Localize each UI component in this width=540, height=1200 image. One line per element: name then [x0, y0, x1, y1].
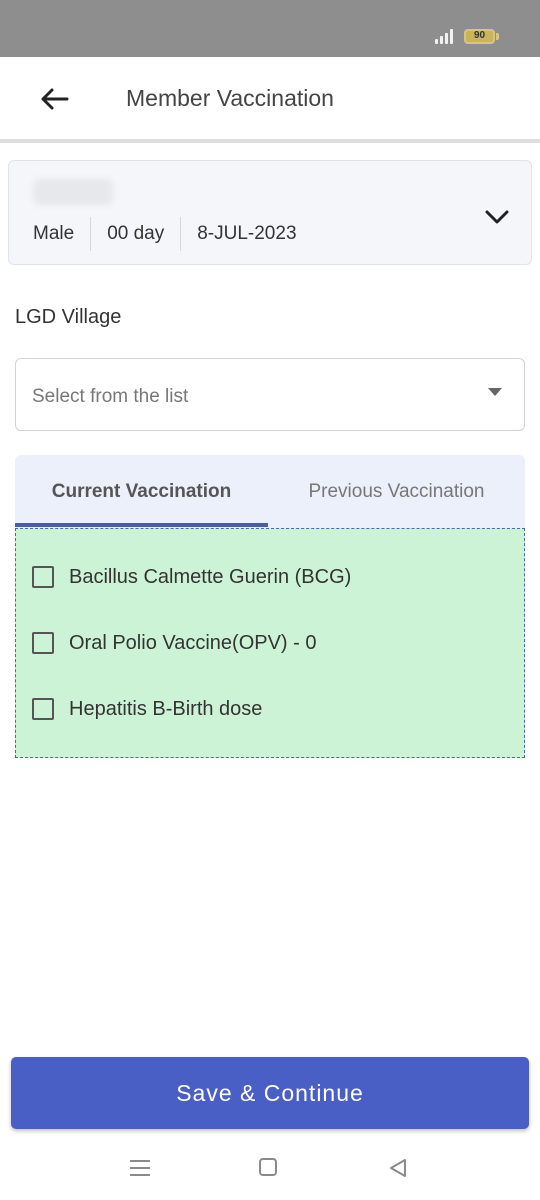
vaccination-tabs: Current Vaccination Previous Vaccination	[15, 455, 525, 528]
battery-tip	[496, 33, 499, 40]
member-card[interactable]: Male 00 day 8-JUL-2023	[8, 160, 532, 265]
caret-down-icon	[488, 388, 502, 396]
nav-back-icon[interactable]	[387, 1157, 409, 1179]
home-icon[interactable]	[259, 1158, 277, 1176]
vaccine-list: Bacillus Calmette Guerin (BCG) Oral Poli…	[15, 528, 525, 758]
battery-level: 90	[473, 30, 486, 41]
app-bar: Member Vaccination	[0, 57, 540, 143]
active-tab-indicator	[15, 523, 268, 527]
vaccine-item-bcg[interactable]: Bacillus Calmette Guerin (BCG)	[32, 562, 351, 592]
village-placeholder: Select from the list	[32, 386, 189, 407]
system-nav-bar	[0, 1140, 540, 1200]
chevron-down-icon	[485, 210, 509, 224]
page-title: Member Vaccination	[126, 85, 334, 111]
member-name-redacted	[33, 179, 113, 205]
member-age: 00 day	[90, 217, 180, 251]
vaccine-label: Oral Polio Vaccine(OPV) - 0	[69, 631, 317, 654]
checkbox[interactable]	[32, 566, 54, 588]
member-dob: 8-JUL-2023	[180, 217, 312, 251]
signal-icon	[435, 29, 457, 44]
member-gender: Male	[33, 223, 75, 244]
status-bar: 90	[0, 0, 540, 57]
recent-apps-icon[interactable]	[130, 1158, 150, 1178]
vaccine-item-hepatitis-b[interactable]: Hepatitis B-Birth dose	[32, 694, 262, 724]
vaccine-label: Hepatitis B-Birth dose	[69, 697, 263, 720]
member-info: Male 00 day 8-JUL-2023	[33, 217, 313, 251]
save-continue-button[interactable]: Save & Continue	[11, 1057, 529, 1129]
expand-button[interactable]	[473, 197, 521, 237]
checkbox[interactable]	[32, 632, 54, 654]
tab-current-vaccination[interactable]: Current Vaccination	[15, 455, 268, 528]
village-label: LGD Village	[15, 306, 122, 328]
vaccine-item-opv[interactable]: Oral Polio Vaccine(OPV) - 0	[32, 628, 317, 658]
arrow-left-icon	[41, 88, 69, 110]
back-button[interactable]	[32, 79, 76, 119]
battery-icon: 90	[464, 29, 495, 44]
checkbox[interactable]	[32, 698, 54, 720]
tab-previous-vaccination[interactable]: Previous Vaccination	[268, 455, 525, 528]
village-select[interactable]: Select from the list	[15, 358, 525, 431]
vaccine-label: Bacillus Calmette Guerin (BCG)	[69, 565, 352, 588]
